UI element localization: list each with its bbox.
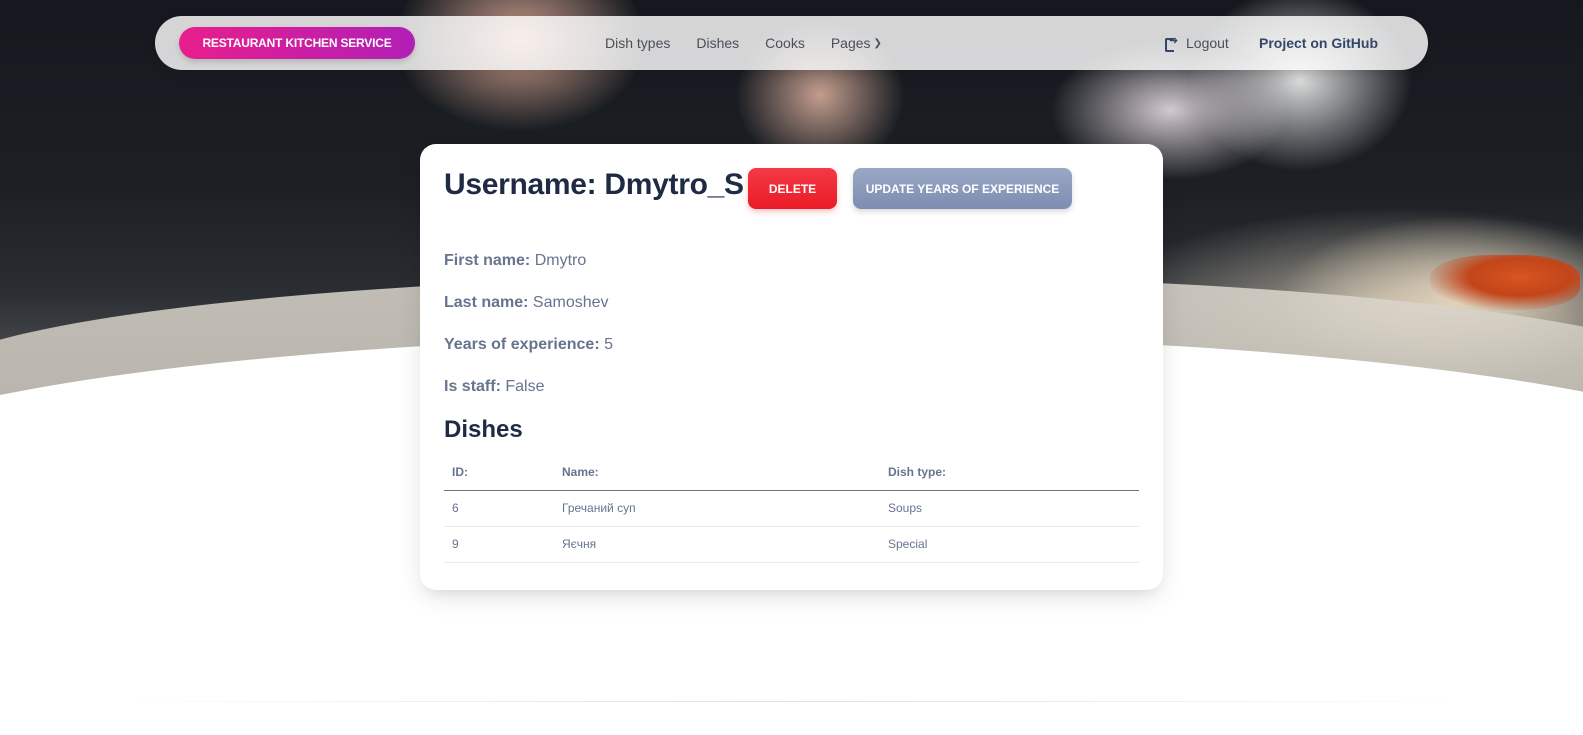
is-staff-value: False — [505, 378, 545, 395]
delete-button[interactable]: DELETE — [748, 168, 837, 209]
last-name-field: Last name: Samoshev — [444, 294, 609, 312]
first-name-label: First name: — [444, 252, 531, 269]
years-experience-value: 5 — [604, 336, 613, 353]
github-link[interactable]: Project on GitHub — [1259, 16, 1378, 70]
nav-link-dishes[interactable]: Dishes — [696, 35, 739, 51]
dish-type-cell: Soups — [880, 490, 1139, 527]
dishes-table: ID: Name: Dish type: 6 Гречаний суп Soup… — [444, 454, 1139, 563]
dish-name-cell[interactable]: Гречаний суп — [554, 490, 880, 527]
last-name-value: Samoshev — [532, 294, 609, 311]
logout-icon — [1165, 34, 1179, 52]
column-header-name: Name: — [554, 454, 880, 491]
is-staff-label: Is staff: — [444, 378, 501, 395]
dish-type-cell: Special — [880, 526, 1139, 563]
nav-link-dish-types[interactable]: Dish types — [605, 35, 670, 51]
logout-label: Logout — [1186, 35, 1229, 51]
page-title: Username: Dmytro_S — [444, 168, 744, 201]
logout-link[interactable]: Logout — [1165, 16, 1229, 70]
years-experience-label: Years of experience: — [444, 336, 600, 353]
nav-links: Dish types Dishes Cooks Pages ❯ — [605, 16, 882, 70]
dish-name-cell[interactable]: Яєчня — [554, 526, 880, 563]
navbar: RESTAURANT KITCHEN SERVICE Dish types Di… — [155, 16, 1428, 70]
chevron-down-icon: ❯ — [873, 38, 882, 49]
food-decoration — [1430, 255, 1580, 310]
table-header-row: ID: Name: Dish type: — [444, 454, 1139, 491]
first-name-field: First name: Dmytro — [444, 252, 586, 270]
is-staff-field: Is staff: False — [444, 378, 544, 396]
dish-id-cell: 6 — [444, 490, 554, 527]
nav-link-pages-label: Pages — [830, 35, 871, 51]
table-row: 6 Гречаний суп Soups — [444, 490, 1139, 527]
update-experience-button[interactable]: UPDATE YEARS OF EXPERIENCE — [853, 168, 1072, 209]
table-row: 9 Яєчня Special — [444, 526, 1139, 563]
nav-link-cooks[interactable]: Cooks — [765, 35, 805, 51]
title-row: Username: Dmytro_S — [444, 168, 744, 202]
dishes-heading: Dishes — [444, 416, 523, 443]
column-header-id: ID: — [444, 454, 554, 491]
cook-detail-card: Username: Dmytro_S DELETE UPDATE YEARS O… — [420, 144, 1163, 590]
first-name-value: Dmytro — [534, 252, 587, 269]
brand-button[interactable]: RESTAURANT KITCHEN SERVICE — [179, 27, 415, 59]
footer-divider — [100, 701, 1483, 702]
column-header-dish-type: Dish type: — [880, 454, 1139, 491]
last-name-label: Last name: — [444, 294, 529, 311]
dish-id-cell: 9 — [444, 526, 554, 563]
nav-link-pages[interactable]: Pages ❯ — [831, 35, 882, 51]
years-experience-field: Years of experience: 5 — [444, 336, 613, 354]
